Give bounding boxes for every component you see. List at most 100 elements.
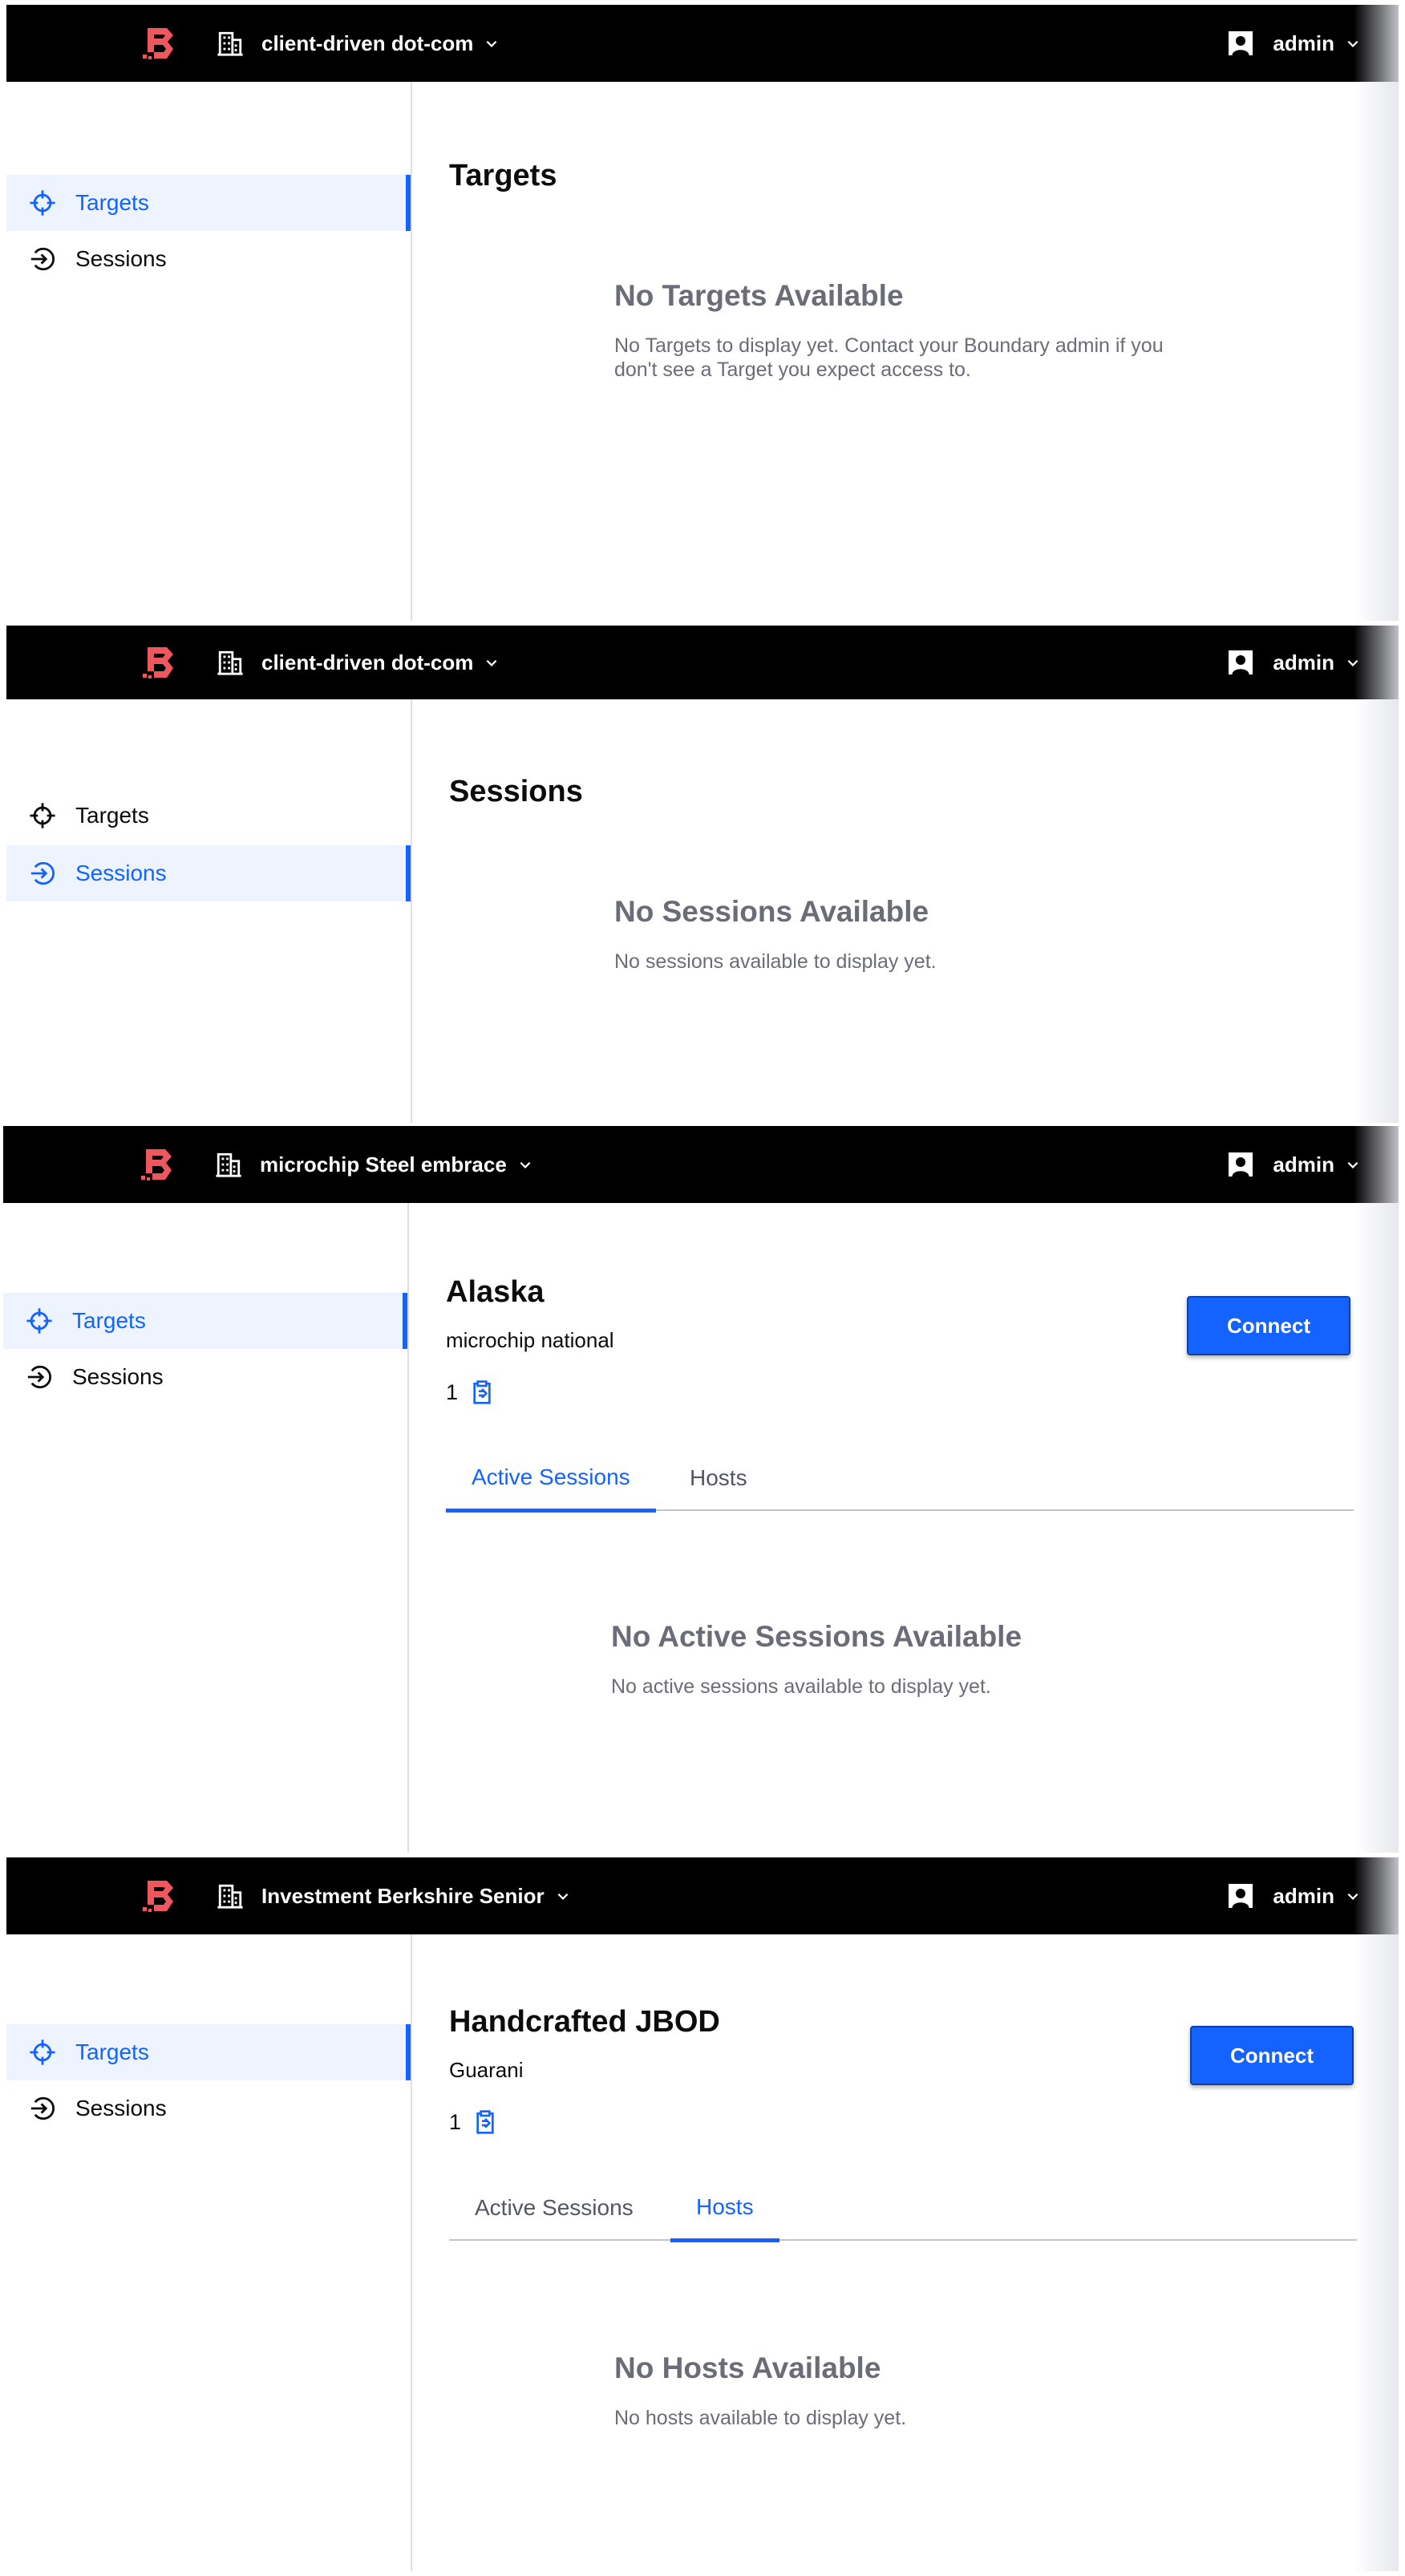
sign-in-arrow-icon — [29, 2095, 56, 2122]
sidebar-item-targets[interactable]: Targets — [6, 175, 411, 231]
sidebar-item-label: Targets — [75, 803, 149, 828]
empty-state-title: No Hosts Available — [614, 2351, 881, 2384]
sidebar-item-sessions[interactable]: Sessions — [3, 1349, 407, 1405]
top-navbar: microchip Steel embrace admin — [3, 1126, 1399, 1203]
main-content: Handcrafted JBOD Guarani 1 Connect Activ… — [449, 1934, 1399, 2571]
chevron-down-icon — [484, 655, 499, 670]
org-switcher[interactable]: client-driven dot-com — [217, 645, 499, 680]
sidebar-item-label: Sessions — [72, 1364, 164, 1389]
sidebar-item-targets[interactable]: Targets — [6, 2024, 411, 2080]
user-menu[interactable]: admin — [1226, 26, 1360, 61]
user-icon — [1226, 1881, 1255, 1910]
sign-in-arrow-icon — [29, 860, 56, 887]
user-name: admin — [1273, 650, 1334, 674]
org-switcher[interactable]: Investment Berkshire Senior — [217, 1878, 570, 1914]
org-switcher[interactable]: client-driven dot-com — [217, 26, 499, 61]
chevron-down-icon — [1346, 36, 1360, 51]
empty-state-message: No active sessions available to display … — [611, 1675, 991, 1698]
crosshair-icon — [26, 1307, 53, 1335]
sidebar-item-label: Targets — [75, 190, 149, 215]
org-switcher[interactable]: microchip Steel embrace — [215, 1147, 532, 1182]
boundary-logo-icon[interactable] — [141, 1147, 176, 1182]
tab-hosts[interactable]: Hosts — [670, 2175, 779, 2242]
sidebar-item-sessions[interactable]: Sessions — [6, 231, 411, 287]
sign-in-arrow-icon — [26, 1363, 53, 1391]
org-name: Investment Berkshire Senior — [261, 1883, 545, 1908]
target-port: 1 — [449, 2109, 498, 2135]
sidebar: Targets Sessions — [6, 82, 412, 621]
target-description: microchip national — [446, 1328, 614, 1352]
port-value: 1 — [449, 2109, 462, 2134]
top-navbar: client-driven dot-com admin — [6, 5, 1399, 82]
user-name: admin — [1273, 1152, 1334, 1177]
chevron-down-icon — [556, 1889, 570, 1903]
user-menu[interactable]: admin — [1226, 1147, 1360, 1182]
target-tabs: Active Sessions Hosts — [446, 1445, 1354, 1513]
org-name: client-driven dot-com — [261, 30, 474, 55]
chevron-down-icon — [1346, 1157, 1360, 1172]
user-icon — [1226, 648, 1255, 677]
screen-target-detail-sessions: microchip Steel embrace admin Targets Se… — [3, 1126, 1399, 1853]
page-title: Targets — [449, 159, 557, 192]
empty-state: No Sessions Available No sessions availa… — [614, 895, 1192, 974]
main-content: Targets No Targets Available No Targets … — [449, 82, 1399, 621]
tab-active-sessions[interactable]: Active Sessions — [449, 2175, 659, 2241]
boundary-logo-icon[interactable] — [143, 1878, 178, 1914]
user-name: admin — [1273, 30, 1334, 55]
org-name: client-driven dot-com — [261, 650, 474, 674]
building-icon — [217, 30, 244, 57]
connect-button[interactable]: Connect — [1190, 2026, 1354, 2085]
tab-active-sessions[interactable]: Active Sessions — [446, 1445, 656, 1513]
top-navbar: client-driven dot-com admin — [6, 626, 1399, 699]
empty-state: No Hosts Available No hosts available to… — [614, 2351, 1192, 2430]
screen-sessions-list: client-driven dot-com admin Targets Sess… — [6, 626, 1399, 1123]
user-name: admin — [1273, 1883, 1334, 1908]
boundary-logo-icon[interactable] — [143, 645, 178, 680]
empty-state-title: No Targets Available — [614, 279, 904, 312]
user-menu[interactable]: admin — [1226, 1878, 1360, 1914]
empty-state-title: No Active Sessions Available — [611, 1620, 1022, 1653]
user-icon — [1226, 29, 1255, 58]
sidebar-item-label: Sessions — [75, 2096, 167, 2120]
sidebar: Targets Sessions — [6, 699, 412, 1123]
empty-state: No Active Sessions Available No active s… — [611, 1620, 1188, 1699]
main-content: Alaska microchip national 1 Connect Acti… — [446, 1203, 1399, 1853]
page-title: Sessions — [449, 775, 583, 808]
page-title: Alaska — [446, 1275, 545, 1309]
clipboard-copy-icon[interactable] — [472, 2109, 498, 2135]
sidebar-item-sessions[interactable]: Sessions — [6, 2080, 411, 2137]
building-icon — [217, 1882, 244, 1910]
chevron-down-icon — [1346, 1889, 1360, 1903]
tab-hosts[interactable]: Hosts — [664, 1445, 773, 1511]
crosshair-icon — [29, 802, 56, 829]
sidebar-item-targets[interactable]: Targets — [3, 1293, 407, 1349]
sidebar-item-sessions[interactable]: Sessions — [6, 845, 411, 901]
chevron-down-icon — [484, 36, 499, 51]
building-icon — [217, 649, 244, 676]
clipboard-copy-icon[interactable] — [469, 1379, 495, 1405]
sidebar-item-label: Targets — [72, 1308, 146, 1333]
empty-state-message: No hosts available to display yet. — [614, 2407, 907, 2429]
screen-target-detail-hosts: Investment Berkshire Senior admin Target… — [6, 1857, 1399, 2571]
port-value: 1 — [446, 1379, 459, 1404]
page-title: Handcrafted JBOD — [449, 2005, 720, 2039]
empty-state-message: No sessions available to display yet. — [614, 950, 937, 973]
top-navbar: Investment Berkshire Senior admin — [6, 1857, 1399, 1934]
chevron-down-icon — [1346, 655, 1360, 670]
target-description: Guarani — [449, 2058, 524, 2082]
sidebar-item-label: Sessions — [75, 861, 167, 885]
sidebar-item-label: Targets — [75, 2039, 149, 2064]
main-content: Sessions No Sessions Available No sessio… — [449, 699, 1399, 1123]
sidebar-item-targets[interactable]: Targets — [6, 788, 411, 844]
crosshair-icon — [29, 189, 56, 217]
crosshair-icon — [29, 2039, 56, 2066]
building-icon — [215, 1151, 242, 1178]
connect-button[interactable]: Connect — [1187, 1296, 1350, 1355]
chevron-down-icon — [518, 1157, 532, 1172]
boundary-logo-icon[interactable] — [143, 26, 178, 61]
target-port: 1 — [446, 1379, 495, 1405]
screen-targets-list: client-driven dot-com admin Targets Sess… — [6, 5, 1399, 621]
org-name: microchip Steel embrace — [260, 1152, 507, 1177]
empty-state-title: No Sessions Available — [614, 895, 929, 928]
user-menu[interactable]: admin — [1226, 645, 1360, 680]
